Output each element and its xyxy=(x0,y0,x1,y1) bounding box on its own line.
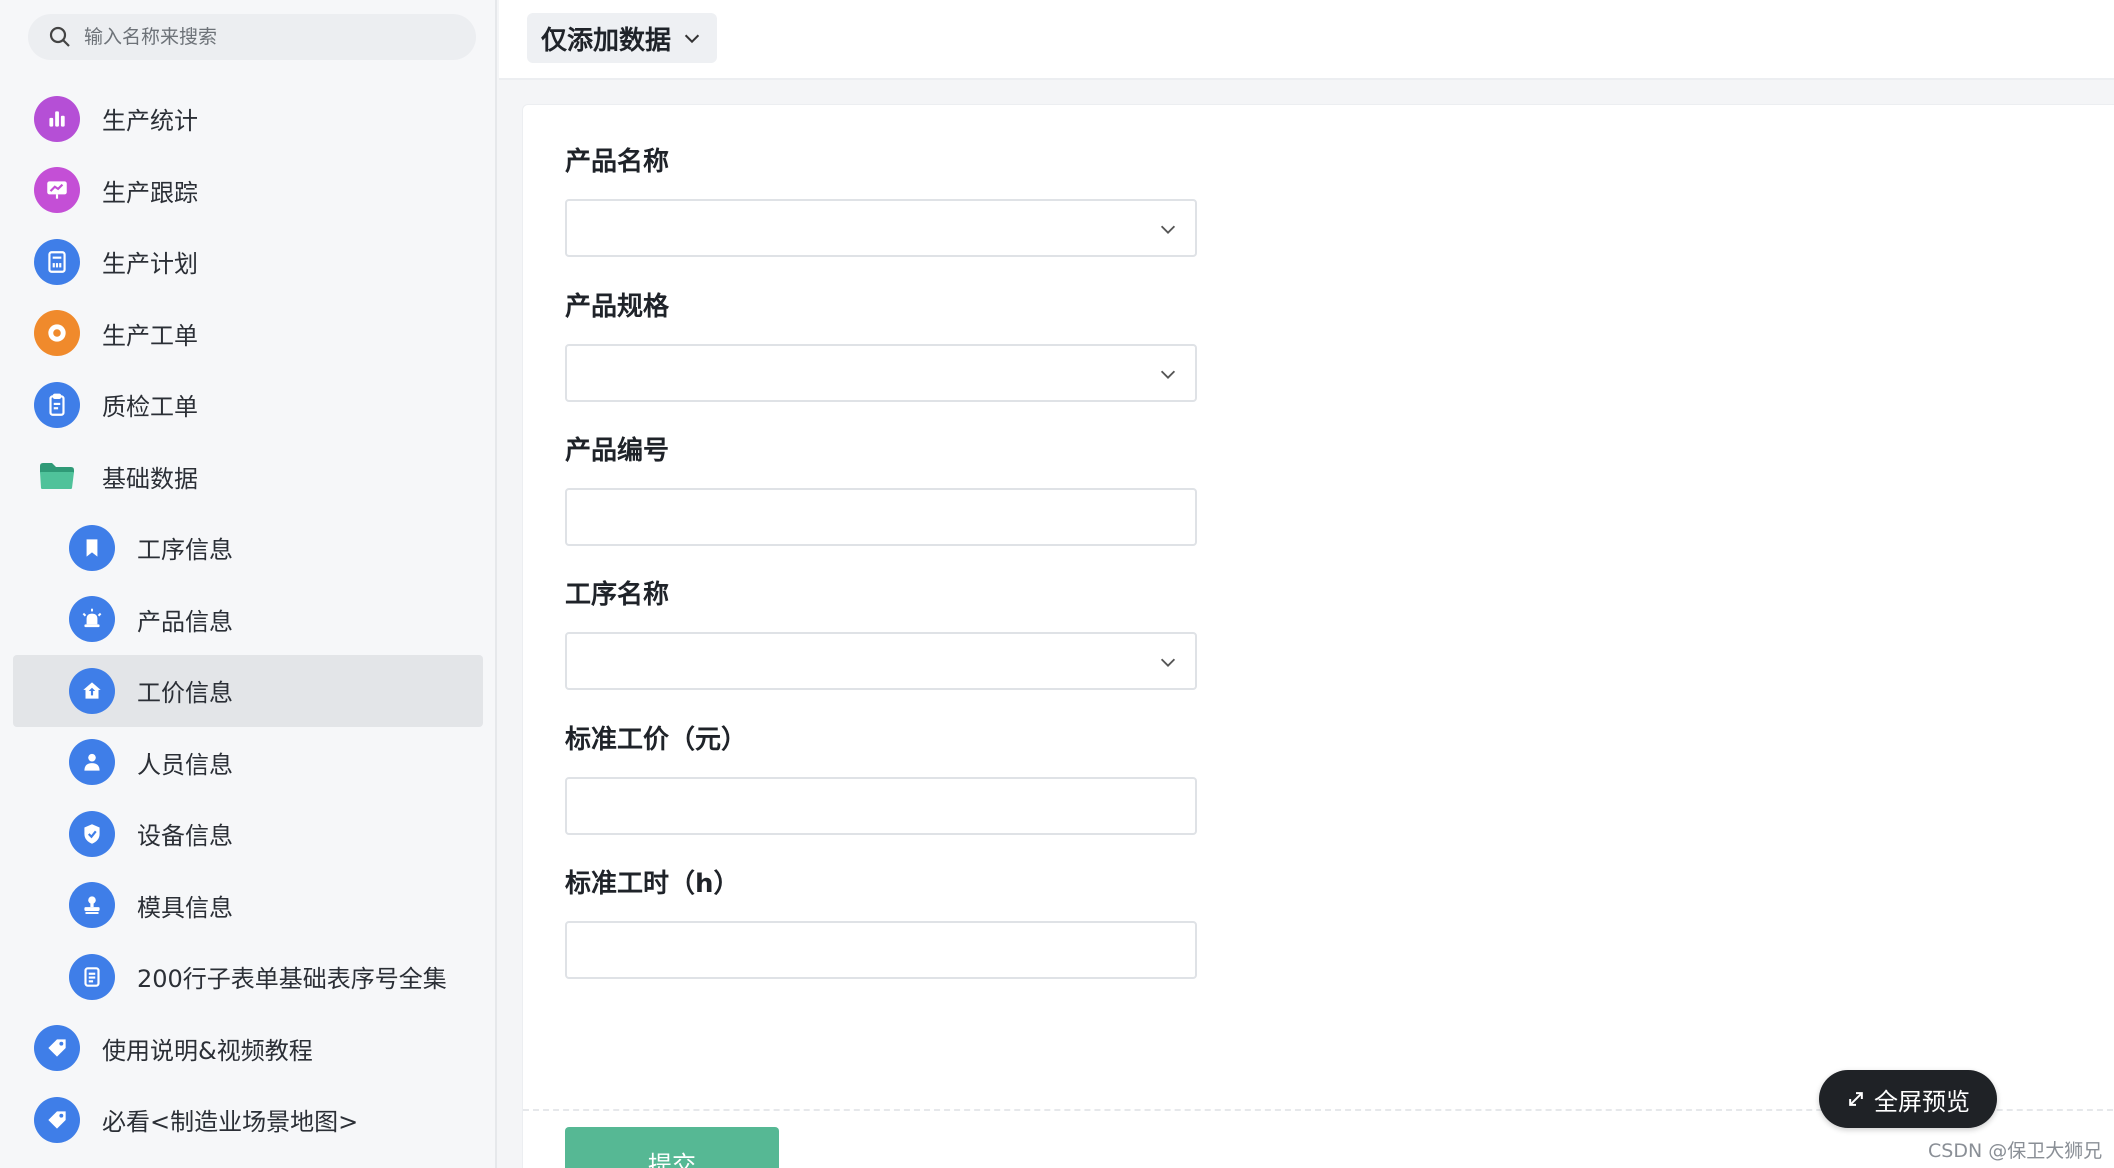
field-label: 产品名称 xyxy=(565,147,670,177)
sidebar-item-label: 生产统计 xyxy=(102,107,198,136)
search-input[interactable] xyxy=(84,26,464,48)
product-name-select[interactable] xyxy=(565,199,1197,257)
tag-icon xyxy=(34,1025,80,1072)
chevron-down-icon xyxy=(1160,225,1176,234)
field-process-name: 工序名称 xyxy=(565,578,1197,690)
sidebar-item-label: 设备信息 xyxy=(137,822,233,851)
field-label: 产品规格 xyxy=(565,292,670,322)
product-spec-select[interactable] xyxy=(565,344,1197,402)
sidebar-item-label: 模具信息 xyxy=(137,893,233,922)
sidebar-item-labor-price-info[interactable]: 工价信息 xyxy=(13,655,483,727)
calculator-icon xyxy=(34,238,80,285)
fullscreen-preview-button[interactable]: 全屏预览 xyxy=(1819,1070,1997,1128)
sidebar-item-equipment-info[interactable]: 设备信息 xyxy=(0,798,497,870)
process-name-select[interactable] xyxy=(565,632,1197,690)
field-label: 标准工时（h） xyxy=(565,869,740,899)
user-icon xyxy=(69,739,115,786)
sidebar-item-label: 生产跟踪 xyxy=(102,178,198,207)
search-icon xyxy=(49,26,70,47)
sidebar-nav: 生产统计 生产跟踪 生产计划 生产工单 质检工单 基础数据 工序信息 产品信息 … xyxy=(0,83,497,1156)
sidebar-item-label: 人员信息 xyxy=(137,750,233,779)
sidebar-item-label: 工序信息 xyxy=(137,536,233,565)
field-product-code: 产品编号 xyxy=(565,434,1197,546)
stamp-icon xyxy=(69,882,115,929)
field-label: 产品编号 xyxy=(565,436,670,466)
expand-icon xyxy=(1849,1092,1863,1106)
field-product-spec: 产品规格 xyxy=(565,290,1197,402)
sidebar-item-label: 200行子表单基础表序号全集 xyxy=(137,965,447,994)
topbar: 仅添加数据 xyxy=(499,0,2114,80)
field-standard-hours: 标准工时（h） xyxy=(565,867,1197,979)
field-label: 标准工价（元） xyxy=(565,725,748,755)
alarm-icon xyxy=(69,596,115,643)
watermark: CSDN @保卫大狮兄 xyxy=(1928,1140,2103,1162)
tag-icon xyxy=(34,1096,80,1143)
sidebar-item-label: 使用说明&视频教程 xyxy=(102,1036,313,1065)
chevron-down-icon xyxy=(1160,658,1176,667)
submit-button[interactable]: 提交 xyxy=(565,1127,779,1168)
shield-icon xyxy=(69,810,115,857)
document-icon xyxy=(69,953,115,1000)
bookmark-icon xyxy=(69,524,115,571)
search-box[interactable] xyxy=(28,14,476,60)
sidebar-item-staff-info[interactable]: 人员信息 xyxy=(0,727,497,799)
sidebar-item-label: 产品信息 xyxy=(137,607,233,636)
sidebar: 生产统计 生产跟踪 生产计划 生产工单 质检工单 xyxy=(0,0,497,1168)
sidebar-item-mold-info[interactable]: 模具信息 xyxy=(0,870,497,942)
sidebar-item-label: 必看<制造业场景地图> xyxy=(102,1108,359,1137)
standard-price-wrapper xyxy=(565,777,1197,835)
home-icon xyxy=(69,667,115,714)
clipboard-icon xyxy=(34,381,80,428)
standard-price-input[interactable] xyxy=(567,779,1195,833)
sidebar-item-usage-guide[interactable]: 使用说明&视频教程 xyxy=(0,1013,497,1085)
sidebar-item-process-info[interactable]: 工序信息 xyxy=(0,512,497,584)
view-mode-label: 仅添加数据 xyxy=(541,25,672,56)
gear-icon xyxy=(34,310,80,357)
sidebar-item-scenario-map[interactable]: 必看<制造业场景地图> xyxy=(0,1084,497,1156)
sidebar-item-label: 基础数据 xyxy=(102,464,198,493)
sidebar-item-product-info[interactable]: 产品信息 xyxy=(0,584,497,656)
field-label: 工序名称 xyxy=(565,580,670,610)
sidebar-item-label: 生产计划 xyxy=(102,250,198,279)
standard-hours-wrapper xyxy=(565,921,1197,979)
view-mode-select[interactable]: 仅添加数据 xyxy=(527,13,718,63)
product-code-wrapper xyxy=(565,488,1197,546)
folder-icon xyxy=(34,453,80,499)
fullscreen-preview-label: 全屏预览 xyxy=(1874,1087,1970,1116)
sidebar-item-production-plan[interactable]: 生产计划 xyxy=(0,226,497,298)
form-card: 产品名称 产品规格 产品编号 工序名称 标准工价（元） 标准工时（h） 提交 xyxy=(522,104,2114,1168)
sidebar-item-200-row-subform[interactable]: 200行子表单基础表序号全集 xyxy=(0,941,497,1013)
field-standard-price: 标准工价（元） xyxy=(565,723,1197,835)
sidebar-item-label: 工价信息 xyxy=(137,679,233,708)
sidebar-item-label: 生产工单 xyxy=(102,321,198,350)
field-product-name: 产品名称 xyxy=(565,145,1197,257)
bar-chart-icon xyxy=(34,95,80,142)
chevron-down-icon xyxy=(1160,370,1176,379)
sidebar-item-production-tracking[interactable]: 生产跟踪 xyxy=(0,155,497,227)
sidebar-item-production-order[interactable]: 生产工单 xyxy=(0,298,497,370)
sidebar-item-basic-data[interactable]: 基础数据 xyxy=(0,441,497,513)
monitor-icon xyxy=(34,167,80,214)
main-area: 仅添加数据 产品名称 产品规格 产品编号 工序名称 标准工价（元） 标准工时（h… xyxy=(499,0,2114,1168)
chevron-down-icon xyxy=(684,34,700,44)
sidebar-item-production-stats[interactable]: 生产统计 xyxy=(0,83,497,155)
sidebar-item-label: 质检工单 xyxy=(102,393,198,422)
sidebar-item-qc-order[interactable]: 质检工单 xyxy=(0,369,497,441)
product-code-input[interactable] xyxy=(567,490,1195,544)
standard-hours-input[interactable] xyxy=(567,923,1195,977)
